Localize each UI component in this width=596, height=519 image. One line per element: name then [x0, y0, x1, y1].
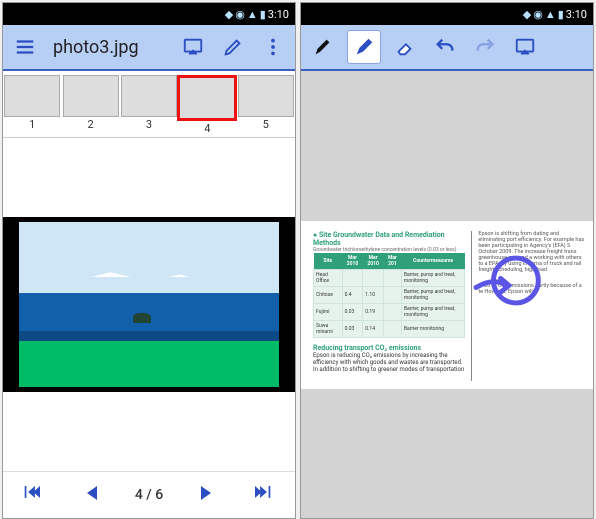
undo-icon[interactable] — [429, 31, 461, 63]
toolbar: photo3.jpg — [3, 25, 295, 71]
photo-crater-lake — [19, 222, 279, 387]
marker-icon[interactable] — [347, 30, 381, 64]
image-viewer[interactable] — [3, 138, 295, 471]
overflow-icon[interactable] — [257, 31, 289, 63]
wifi-icon: ◉ — [533, 8, 543, 21]
eraser-icon[interactable] — [389, 31, 421, 63]
page-indicator: 4 / 6 — [135, 487, 163, 503]
thumbnail-4[interactable]: 4 — [178, 75, 236, 135]
status-time: 3:10 — [566, 8, 587, 21]
pen-thin-icon[interactable] — [307, 31, 339, 63]
thumbnail-3[interactable]: 3 — [120, 75, 178, 135]
status-bar: ◆ ◉ ▲ ▮ 3:10 — [3, 3, 295, 25]
signal-icon: ▲ — [545, 8, 556, 21]
edit-icon[interactable] — [217, 31, 249, 63]
battery-icon: ▮ — [260, 8, 266, 21]
last-button[interactable] — [248, 486, 282, 504]
phone-left: ◆ ◉ ▲ ▮ 3:10 photo3.jpg 1 2 3 4 5 — [2, 2, 296, 519]
doc-subheading: Groundwater trichloroethylene concentrat… — [313, 247, 465, 253]
thumbnail-5[interactable]: 5 — [237, 75, 295, 135]
data-table: SiteMar 2010Mar 2010Mar 201Countermeasur… — [313, 253, 465, 338]
gps-icon: ◆ — [225, 8, 233, 21]
nav-bar: 4 / 6 — [3, 471, 295, 518]
annotation-toolbar — [301, 25, 593, 71]
status-time: 3:10 — [268, 8, 289, 21]
battery-icon: ▮ — [558, 8, 564, 21]
doc-heading: ● Site Groundwater Data and Remediation … — [313, 231, 465, 247]
first-button[interactable] — [16, 486, 50, 504]
document-page: ● Site Groundwater Data and Remediation … — [301, 221, 593, 389]
photo-frame — [3, 217, 295, 392]
doc-heading2: Reducing transport CO₂ emissions — [313, 344, 465, 352]
doc-paragraph: Epson is reducing CO₂ emissions by incre… — [313, 352, 465, 373]
page-title: photo3.jpg — [49, 37, 169, 58]
document-canvas[interactable]: ● Site Groundwater Data and Remediation … — [301, 71, 593, 518]
next-button[interactable] — [189, 486, 223, 504]
phone-right: ◆ ◉ ▲ ▮ 3:10 ● Site Groundwater Data and… — [300, 2, 594, 519]
cast-icon[interactable] — [509, 31, 541, 63]
gps-icon: ◆ — [523, 8, 531, 21]
wifi-icon: ◉ — [235, 8, 245, 21]
signal-icon: ▲ — [247, 8, 258, 21]
prev-button[interactable] — [75, 486, 109, 504]
redo-icon[interactable] — [469, 31, 501, 63]
doc-column-right: Epson is shifting from dating and elimin… — [471, 231, 585, 381]
thumbnail-1[interactable]: 1 — [3, 75, 61, 135]
thumbnail-strip: 1 2 3 4 5 — [3, 71, 295, 138]
menu-button[interactable] — [9, 31, 41, 63]
thumbnail-2[interactable]: 2 — [61, 75, 119, 135]
cast-icon[interactable] — [177, 31, 209, 63]
status-bar: ◆ ◉ ▲ ▮ 3:10 — [301, 3, 593, 25]
